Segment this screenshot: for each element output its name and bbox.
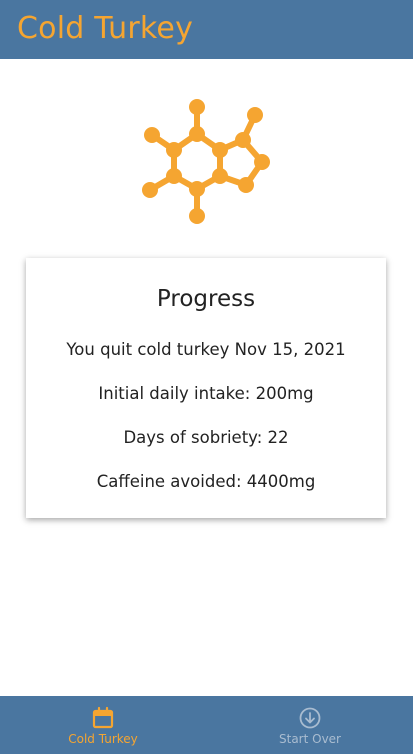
nav-tab-cold-turkey[interactable]: Cold Turkey xyxy=(0,696,206,754)
calendar-icon xyxy=(92,706,114,729)
quit-date-text: You quit cold turkey Nov 15, 2021 xyxy=(66,340,346,359)
initial-intake-text: Initial daily intake: 200mg xyxy=(98,384,314,403)
caffeine-molecule-icon xyxy=(142,99,270,224)
nav-label-start-over: Start Over xyxy=(279,732,341,746)
bottom-nav: Cold Turkey Start Over xyxy=(0,696,413,754)
progress-heading: Progress xyxy=(156,286,256,312)
download-circle-icon xyxy=(299,707,321,729)
progress-card: Progress You quit cold turkey Nov 15, 20… xyxy=(26,258,386,518)
caffeine-avoided-text: Caffeine avoided: 4400mg xyxy=(96,472,316,491)
nav-label-cold-turkey: Cold Turkey xyxy=(68,732,138,746)
app-bar: Cold Turkey xyxy=(0,0,413,59)
nav-tab-start-over[interactable]: Start Over xyxy=(207,696,413,754)
app-title: Cold Turkey xyxy=(17,11,194,46)
days-sobriety-text: Days of sobriety: 22 xyxy=(123,428,289,447)
